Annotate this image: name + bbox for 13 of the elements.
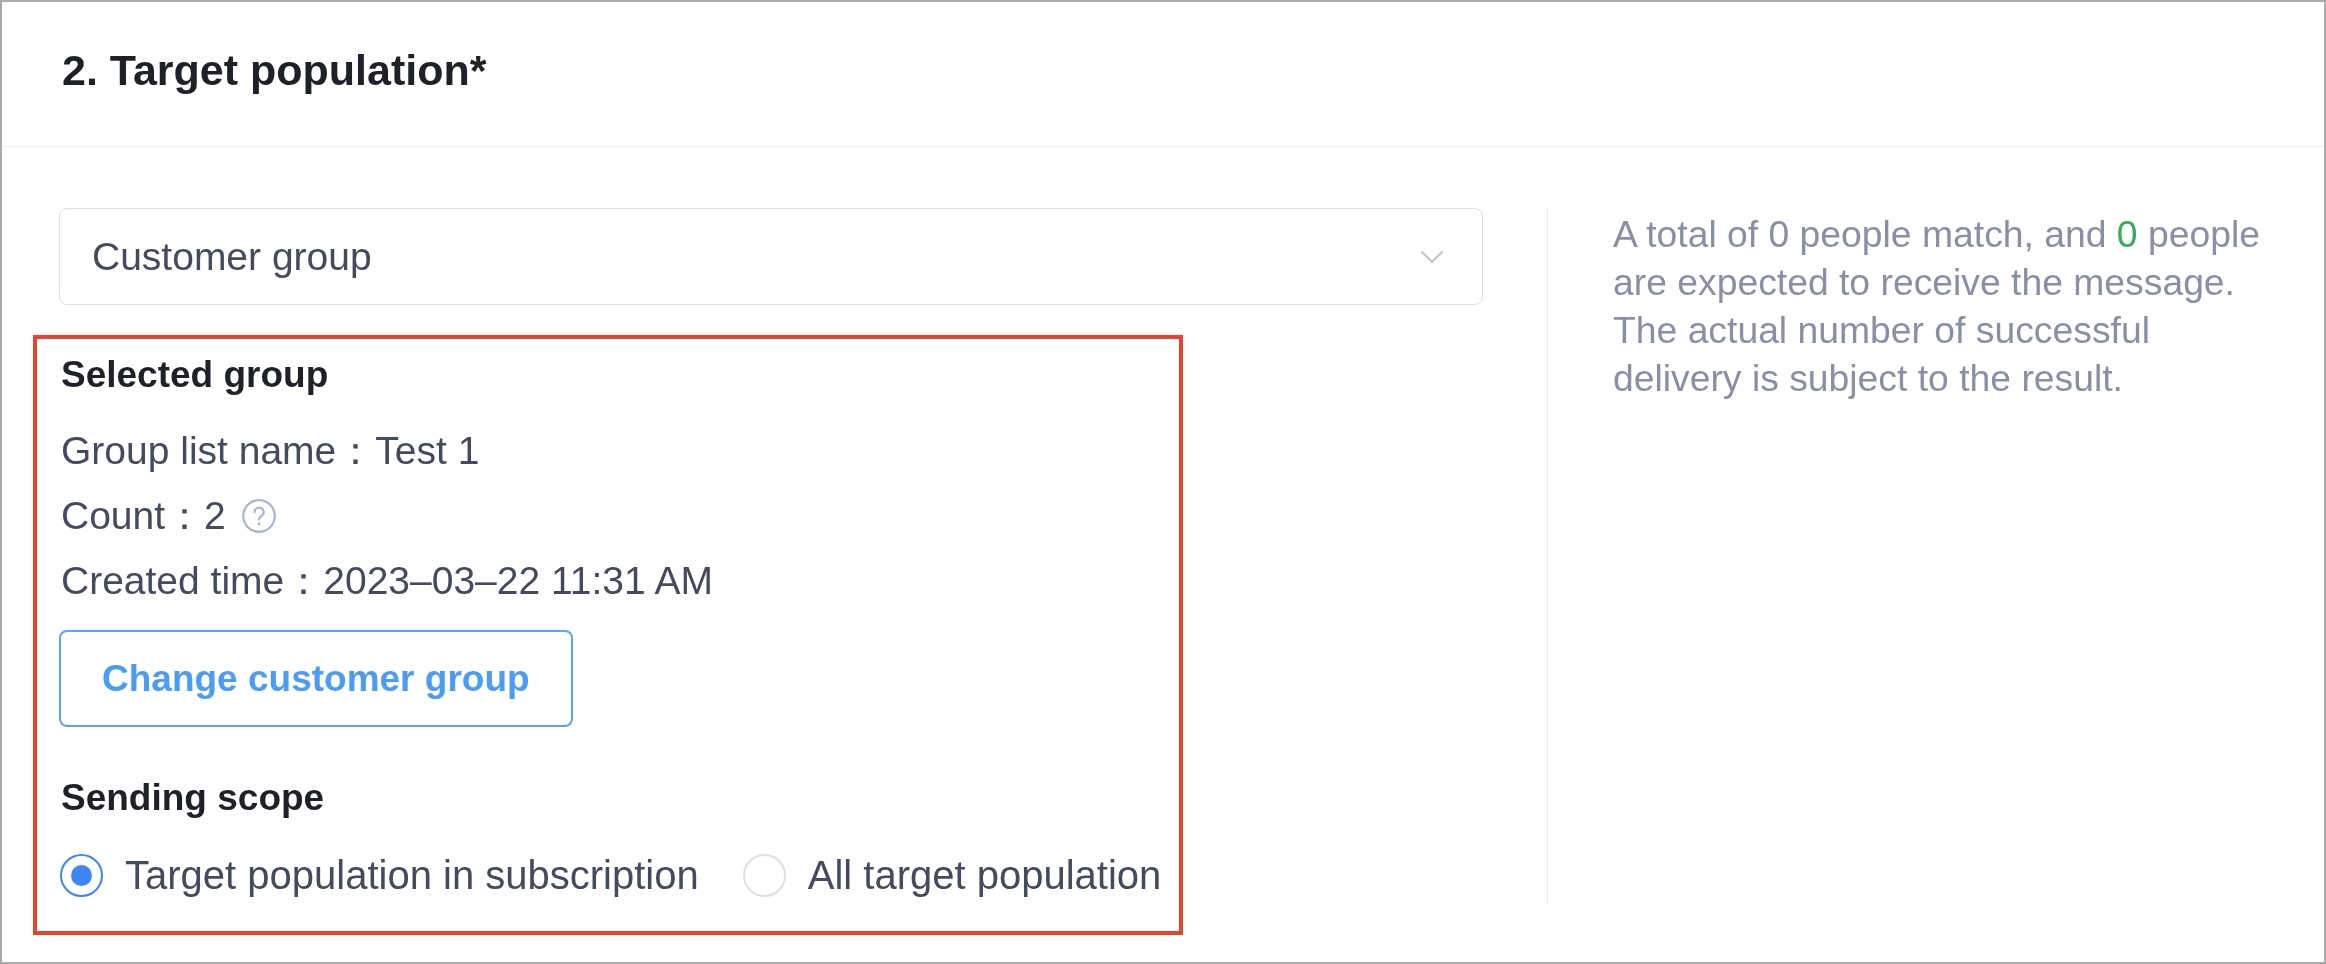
scope-radio-option[interactable]: Target population in subscription (60, 849, 699, 901)
group-detail-text: Count：2 (61, 493, 226, 539)
audience-select[interactable]: Customer group (59, 208, 1483, 305)
group-detail-text: Group list name：Test 1 (61, 428, 480, 474)
scope-radio-option[interactable]: All target population (742, 849, 1162, 901)
group-detail-text: Created time：2023–03–22 11:31 AM (61, 558, 713, 604)
audience-summary-text: A total of 0 people match, and 0 people are expected to receive the message. The actual number of successful delivery is subject to the result. (1613, 212, 2261, 401)
section-title: 2. Target population* (62, 45, 487, 96)
radio-icon[interactable] (60, 853, 103, 897)
chevron-down-icon (1420, 249, 1444, 264)
scope-heading: Sending scope (61, 776, 325, 820)
help-icon[interactable] (241, 499, 276, 533)
group-heading: Selected group (61, 353, 329, 397)
